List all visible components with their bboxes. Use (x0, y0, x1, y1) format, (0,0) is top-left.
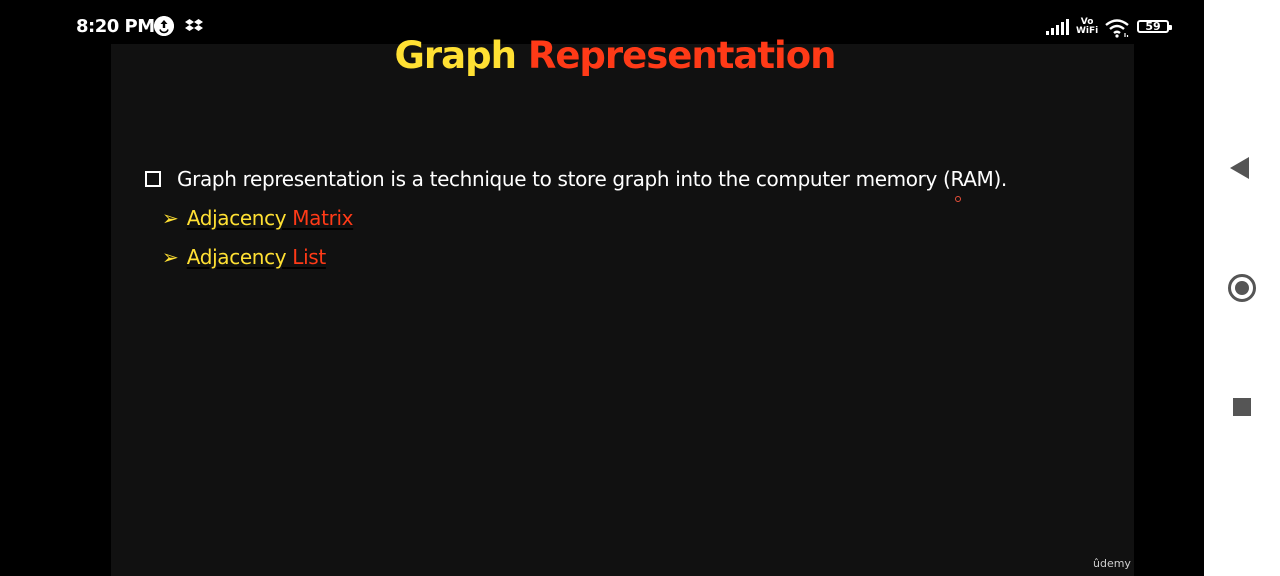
main-bullet: Graph representation is a technique to s… (145, 167, 1007, 191)
video-screen: 8:20 PM Vo WiFi 59 Graph Representation … (0, 0, 1204, 576)
slide-title: Graph Representation (0, 34, 1204, 77)
udemy-watermark: ûdemy (1093, 557, 1131, 570)
arrow-bullet-icon: ➢ (162, 245, 179, 269)
sub-item-part1: Adjacency (186, 245, 287, 269)
arrow-bullet-icon: ➢ (162, 206, 179, 230)
home-icon[interactable] (1228, 274, 1256, 302)
battery-level: 59 (1145, 20, 1161, 33)
sub-item-part1: Adjacency (186, 206, 287, 230)
laser-pointer-dot (955, 196, 961, 202)
title-part-graph: Graph (394, 34, 517, 77)
dropbox-icon (185, 19, 203, 31)
sub-item-adjacency-list: ➢ Adjacency List (162, 245, 326, 269)
back-icon[interactable] (1230, 157, 1249, 179)
bullet-text: Graph representation is a technique to s… (177, 167, 1007, 191)
sub-item-part2: Matrix (286, 206, 354, 230)
updates-icon (154, 16, 174, 36)
sub-item-adjacency-matrix: ➢ Adjacency Matrix (162, 206, 354, 230)
adjacency-list-link: Adjacency List (187, 245, 326, 269)
signal-icon (1046, 19, 1069, 35)
title-part-representation: Representation (527, 34, 837, 77)
recents-icon[interactable] (1233, 398, 1251, 416)
lecture-slide[interactable] (111, 44, 1134, 576)
adjacency-matrix-link: Adjacency Matrix (186, 206, 354, 230)
sub-item-part2: List (286, 245, 326, 269)
checkbox-bullet-icon (145, 171, 161, 187)
battery-icon: 59 (1137, 20, 1172, 33)
